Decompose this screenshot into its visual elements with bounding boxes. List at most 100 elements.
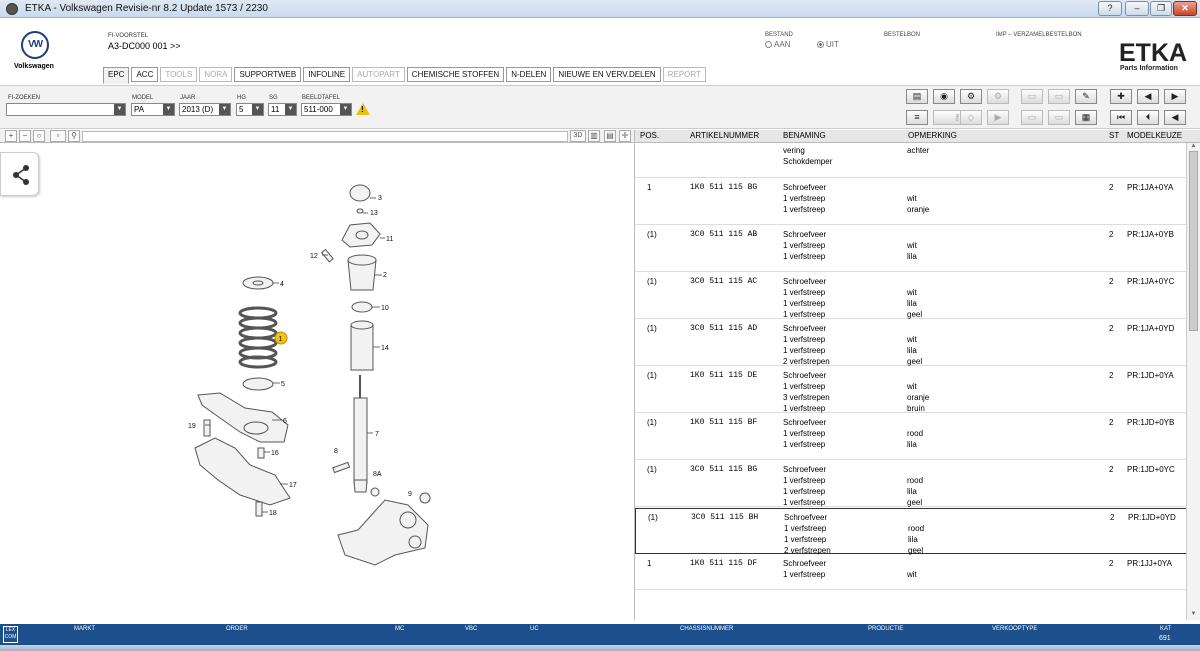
table-row[interactable]: (1) 3C0 511 115 AB Schroefveer 2 PR:1JA+0YB 1…: [635, 226, 1186, 272]
part-12-bolt[interactable]: [320, 248, 334, 263]
car2-dim-icon[interactable]: ◇: [960, 110, 982, 125]
part-19-bolt[interactable]: [203, 419, 211, 437]
copy-dim-icon[interactable]: ▭: [1021, 110, 1043, 125]
jaar-select[interactable]: 2013 (D) ▼: [179, 103, 231, 116]
part-7-shock[interactable]: [353, 397, 368, 484]
cart-icon[interactable]: ▦: [1075, 110, 1097, 125]
maximize-button[interactable]: ❐: [1150, 1, 1172, 16]
col-st[interactable]: ST: [1109, 131, 1119, 140]
callout-9[interactable]: 9: [408, 491, 412, 498]
part-17-arm[interactable]: [194, 437, 291, 506]
callout-8a[interactable]: 8A: [373, 471, 382, 478]
doc-dim-icon[interactable]: ▭: [1048, 110, 1070, 125]
table-row[interactable]: (1) 1K0 511 115 BF Schroefveer 2 PR:1JD+0YB 1…: [635, 414, 1186, 460]
callout-16[interactable]: 16: [271, 450, 279, 457]
table-row[interactable]: (1) 3C0 511 115 BG Schroefveer 2 PR:1JD+0YC 1…: [635, 461, 1186, 507]
minimize-button[interactable]: –: [1125, 1, 1149, 16]
callout-12[interactable]: 12: [310, 253, 318, 260]
part-8a-bush[interactable]: [370, 487, 380, 497]
share-button[interactable]: [0, 152, 39, 196]
callout-7[interactable]: 7: [375, 431, 379, 438]
callout-3[interactable]: 3: [378, 195, 382, 202]
tab-nora[interactable]: NORA: [199, 67, 233, 82]
part-18-bolt[interactable]: [255, 501, 263, 517]
car-dim-icon[interactable]: ▭: [1048, 89, 1070, 104]
part-10-washer[interactable]: [351, 301, 373, 313]
part-6-link[interactable]: [197, 392, 289, 443]
printer-icon[interactable]: ▤: [906, 89, 928, 104]
tab-epc[interactable]: EPC: [103, 67, 130, 84]
part-3-cap[interactable]: [349, 184, 371, 202]
notes-dim-icon[interactable]: ▭: [1021, 89, 1043, 104]
magnifier-icon[interactable]: ⚲: [68, 130, 80, 142]
fi-voorstel-value[interactable]: A3-DC000 001 >>: [108, 41, 181, 51]
radio-aan[interactable]: AAN: [765, 40, 790, 49]
scroll-thumb[interactable]: [1189, 151, 1198, 331]
tab-nieuwe-en-verv-delen[interactable]: NIEUWE EN VERV.DELEN: [553, 67, 661, 82]
table-row[interactable]: (1) 1K0 511 115 DE Schroefveer 2 PR:1JD+0YA 1…: [635, 367, 1186, 413]
callout-1[interactable]: 1: [279, 336, 283, 343]
callout-19[interactable]: 19: [188, 423, 196, 430]
bestelbon-label[interactable]: BESTELBON: [884, 32, 920, 38]
list-icon[interactable]: ≡: [906, 110, 928, 125]
sg-select[interactable]: 11 ▼: [268, 103, 297, 116]
col-artikelnummer[interactable]: ARTIKELNUMMER: [690, 131, 759, 140]
callout-17[interactable]: 17: [289, 482, 297, 489]
previous-icon[interactable]: ⏴: [1137, 110, 1159, 125]
table-row[interactable]: (1) 3C0 511 115 BH Schroefveer 2 PR:1JD+0YD 1…: [635, 508, 1186, 555]
tab-supportweb[interactable]: SUPPORTWEB: [234, 67, 302, 82]
zoom-out-icon[interactable]: −: [19, 130, 31, 142]
split-view-icon[interactable]: ▤: [604, 130, 616, 142]
model-select[interactable]: PA ▼: [131, 103, 175, 116]
callout-13[interactable]: 13: [370, 210, 378, 217]
radio-uit[interactable]: UIT: [817, 40, 839, 49]
back-icon[interactable]: ◀: [1164, 110, 1186, 125]
table-row[interactable]: (1) 3C0 511 115 AD Schroefveer 2 PR:1JA+0YD 1…: [635, 320, 1186, 366]
callout-11[interactable]: 11: [386, 236, 393, 243]
imp-verzamelbestelbon-label[interactable]: IMP – VERZAMELBESTELBON: [996, 32, 1082, 38]
callout-18[interactable]: 18: [269, 510, 277, 517]
part-14-boot[interactable]: [350, 324, 374, 371]
callout-2[interactable]: 2: [383, 272, 387, 279]
callout-6[interactable]: 6: [283, 418, 287, 425]
callout-14[interactable]: 14: [381, 345, 389, 352]
table-row[interactable]: 1 1K0 511 115 DF Schroefveer 2 PR:1JJ+0YA 1 v…: [635, 555, 1186, 590]
tab-tools[interactable]: TOOLS: [160, 67, 198, 82]
view-3d-button[interactable]: 3D: [570, 130, 586, 142]
table-scrollbar[interactable]: ▲ ▼: [1186, 143, 1200, 620]
col-pos[interactable]: POS.: [640, 131, 659, 140]
parts-diagram[interactable]: 3 13 11 12 2 10 14 7 8 8A 9 4 5 6 19 16 …: [180, 180, 450, 580]
prev-page-icon[interactable]: ◀: [1137, 89, 1159, 104]
tab-chemische-stoffen[interactable]: CHEMISCHE STOFFEN: [406, 67, 505, 82]
pin-icon[interactable]: ✚: [1110, 89, 1132, 104]
col-opmerking[interactable]: OPMERKING: [908, 131, 957, 140]
tab-report[interactable]: REPORT: [662, 67, 706, 82]
zoom-in-icon[interactable]: +: [5, 130, 17, 142]
hg-select[interactable]: 5 ▼: [236, 103, 264, 116]
search-parts-icon[interactable]: ◉: [933, 89, 955, 104]
part-13-nut[interactable]: [356, 208, 364, 214]
part-8-bolt[interactable]: [332, 461, 351, 474]
next-page-icon[interactable]: ▶: [1164, 89, 1186, 104]
part-5-seat[interactable]: [242, 377, 274, 391]
vehicle-dim-icon[interactable]: ⚙: [987, 89, 1009, 104]
layout-icon[interactable]: ▥: [588, 130, 600, 142]
fi-zoeken-select[interactable]: ▼: [6, 103, 126, 116]
part-1-spring[interactable]: [238, 306, 278, 369]
callout-8[interactable]: 8: [334, 448, 338, 455]
beeldtafel-select[interactable]: 511-000 ▼: [301, 103, 352, 116]
tab-acc[interactable]: ACC: [131, 67, 159, 82]
tab-infoline[interactable]: INFOLINE: [303, 67, 351, 82]
callout-10[interactable]: 10: [381, 305, 389, 312]
scroll-down-icon[interactable]: ▼: [1187, 611, 1200, 619]
callout-5[interactable]: 5: [281, 381, 285, 388]
part-9-hub-carrier[interactable]: [337, 499, 429, 566]
help-button[interactable]: ?: [1098, 1, 1122, 16]
scroll-up-icon[interactable]: ▲: [1187, 143, 1200, 151]
tab-n-delen[interactable]: N-DELEN: [506, 67, 552, 82]
table-row[interactable]: (1) 3C0 511 115 AC Schroefveer 2 PR:1JA+0YC 1…: [635, 273, 1186, 319]
lexcom-icon[interactable]: LEX COM: [3, 626, 18, 643]
vehicle-icon[interactable]: ⚙: [960, 89, 982, 104]
zoom-reset-icon[interactable]: ▫: [50, 130, 66, 142]
part-16-bolt[interactable]: [257, 447, 265, 459]
